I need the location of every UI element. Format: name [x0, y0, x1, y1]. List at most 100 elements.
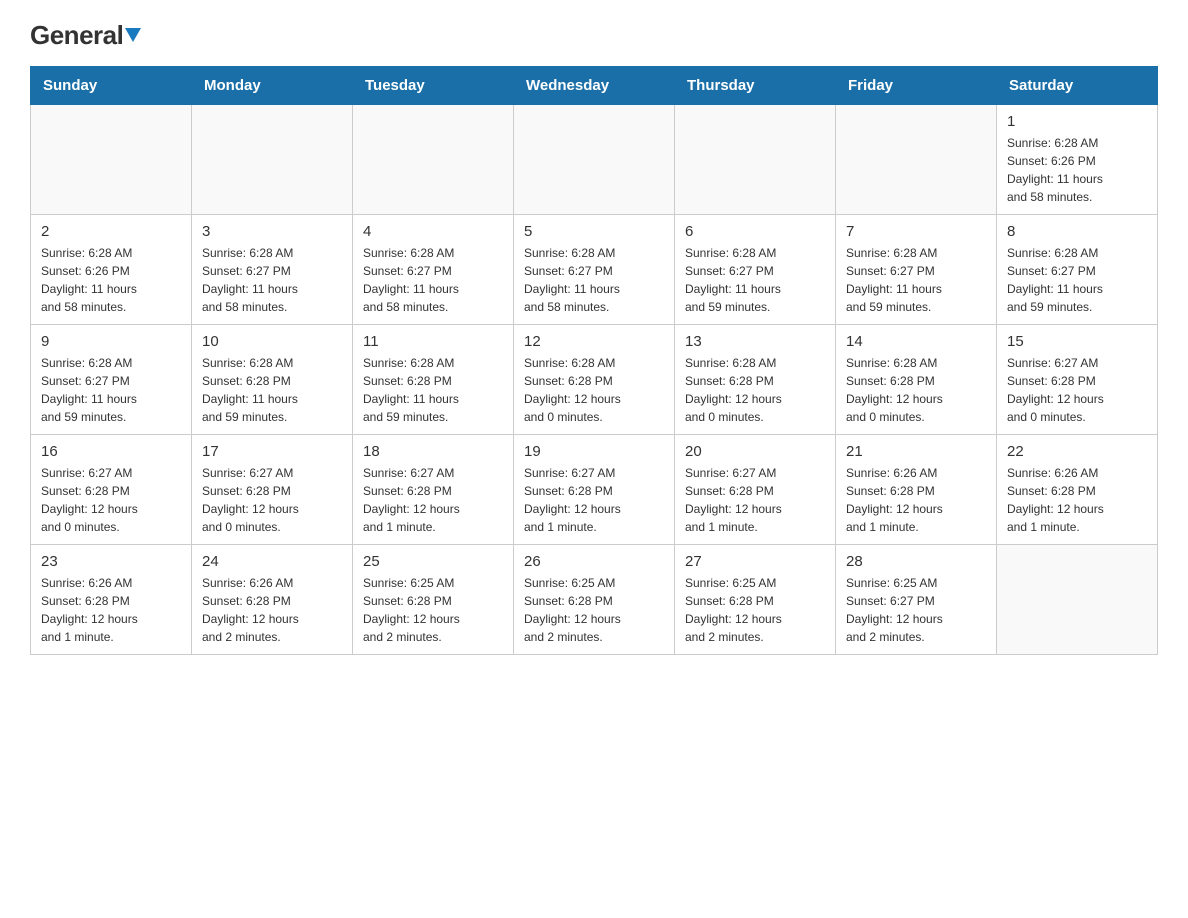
day-number: 12	[524, 333, 664, 350]
day-number: 20	[685, 443, 825, 460]
day-number: 22	[1007, 443, 1147, 460]
table-row: 27 Sunrise: 6:25 AM Sunset: 6:28 PM Dayli…	[675, 545, 836, 655]
table-row: 26 Sunrise: 6:25 AM Sunset: 6:28 PM Dayli…	[514, 545, 675, 655]
day-info: Sunrise: 6:28 AM Sunset: 6:27 PM Dayligh…	[363, 244, 503, 316]
day-number: 19	[524, 443, 664, 460]
page-header: General	[30, 20, 1158, 46]
table-row: 22 Sunrise: 6:26 AM Sunset: 6:28 PM Dayli…	[997, 435, 1158, 545]
day-number: 21	[846, 443, 986, 460]
day-info: Sunrise: 6:28 AM Sunset: 6:26 PM Dayligh…	[41, 244, 181, 316]
day-info: Sunrise: 6:28 AM Sunset: 6:27 PM Dayligh…	[202, 244, 342, 316]
table-row: 6 Sunrise: 6:28 AM Sunset: 6:27 PM Daylig…	[675, 215, 836, 325]
day-info: Sunrise: 6:27 AM Sunset: 6:28 PM Dayligh…	[685, 464, 825, 536]
day-number: 24	[202, 553, 342, 570]
day-info: Sunrise: 6:27 AM Sunset: 6:28 PM Dayligh…	[41, 464, 181, 536]
table-row: 8 Sunrise: 6:28 AM Sunset: 6:27 PM Daylig…	[997, 215, 1158, 325]
table-row	[31, 105, 192, 215]
table-row: 17Sunrise: 6:27 AM Sunset: 6:28 PM Dayli…	[192, 435, 353, 545]
day-number: 18	[363, 443, 503, 460]
calendar-header-row: Sunday Monday Tuesday Wednesday Thursday…	[31, 67, 1158, 105]
day-number: 16	[41, 443, 181, 460]
day-info: Sunrise: 6:28 AM Sunset: 6:27 PM Dayligh…	[846, 244, 986, 316]
table-row	[514, 105, 675, 215]
day-number: 2	[41, 223, 181, 240]
table-row: 9 Sunrise: 6:28 AM Sunset: 6:27 PM Daylig…	[31, 325, 192, 435]
day-number: 13	[685, 333, 825, 350]
day-number: 25	[363, 553, 503, 570]
col-friday: Friday	[836, 67, 997, 105]
day-number: 14	[846, 333, 986, 350]
day-number: 5	[524, 223, 664, 240]
table-row	[836, 105, 997, 215]
day-info: Sunrise: 6:25 AM Sunset: 6:27 PM Dayligh…	[846, 574, 986, 646]
calendar-week-row: 16 Sunrise: 6:27 AM Sunset: 6:28 PM Dayli…	[31, 435, 1158, 545]
calendar-week-row: 1 Sunrise: 6:28 AM Sunset: 6:26 PM Daylig…	[31, 105, 1158, 215]
day-info: Sunrise: 6:28 AM Sunset: 6:27 PM Dayligh…	[41, 354, 181, 426]
table-row: 23 Sunrise: 6:26 AM Sunset: 6:28 PM Dayli…	[31, 545, 192, 655]
logo: General	[30, 20, 141, 46]
day-number: 4	[363, 223, 503, 240]
table-row: 13 Sunrise: 6:28 AM Sunset: 6:28 PM Dayli…	[675, 325, 836, 435]
calendar-week-row: 2 Sunrise: 6:28 AM Sunset: 6:26 PM Daylig…	[31, 215, 1158, 325]
calendar-week-row: 9 Sunrise: 6:28 AM Sunset: 6:27 PM Daylig…	[31, 325, 1158, 435]
table-row	[675, 105, 836, 215]
day-info: Sunrise: 6:27 AM Sunset: 6:28 PM Dayligh…	[1007, 354, 1147, 426]
table-row: 25 Sunrise: 6:25 AM Sunset: 6:28 PM Dayli…	[353, 545, 514, 655]
day-info: Sunrise: 6:28 AM Sunset: 6:28 PM Dayligh…	[846, 354, 986, 426]
table-row: 24 Sunrise: 6:26 AM Sunset: 6:28 PM Dayli…	[192, 545, 353, 655]
day-info: Sunrise: 6:28 AM Sunset: 6:28 PM Dayligh…	[363, 354, 503, 426]
col-wednesday: Wednesday	[514, 67, 675, 105]
day-number: 8	[1007, 223, 1147, 240]
day-number: 1	[1007, 113, 1147, 130]
day-info: Sunrise: 6:25 AM Sunset: 6:28 PM Dayligh…	[524, 574, 664, 646]
day-number: 17	[202, 443, 342, 460]
col-saturday: Saturday	[997, 67, 1158, 105]
day-number: 9	[41, 333, 181, 350]
logo-text: General	[30, 20, 141, 51]
table-row: 4 Sunrise: 6:28 AM Sunset: 6:27 PM Daylig…	[353, 215, 514, 325]
col-sunday: Sunday	[31, 67, 192, 105]
day-info: Sunrise: 6:26 AM Sunset: 6:28 PM Dayligh…	[41, 574, 181, 646]
table-row: 21 Sunrise: 6:26 AM Sunset: 6:28 PM Dayli…	[836, 435, 997, 545]
calendar-table: Sunday Monday Tuesday Wednesday Thursday…	[30, 66, 1158, 655]
table-row: 5 Sunrise: 6:28 AM Sunset: 6:27 PM Daylig…	[514, 215, 675, 325]
table-row: 11 Sunrise: 6:28 AM Sunset: 6:28 PM Dayli…	[353, 325, 514, 435]
day-info: Sunrise: 6:28 AM Sunset: 6:27 PM Dayligh…	[685, 244, 825, 316]
day-info: Sunrise: 6:27 AM Sunset: 6:28 PM Dayligh…	[363, 464, 503, 536]
day-number: 6	[685, 223, 825, 240]
day-info: Sunrise: 6:26 AM Sunset: 6:28 PM Dayligh…	[1007, 464, 1147, 536]
day-info: Sunrise: 6:28 AM Sunset: 6:27 PM Dayligh…	[524, 244, 664, 316]
day-number: 28	[846, 553, 986, 570]
day-number: 15	[1007, 333, 1147, 350]
day-number: 7	[846, 223, 986, 240]
table-row: 18 Sunrise: 6:27 AM Sunset: 6:28 PM Dayli…	[353, 435, 514, 545]
table-row: 28 Sunrise: 6:25 AM Sunset: 6:27 PM Dayli…	[836, 545, 997, 655]
day-info: Sunrise: 6:26 AM Sunset: 6:28 PM Dayligh…	[846, 464, 986, 536]
table-row: 19 Sunrise: 6:27 AM Sunset: 6:28 PM Dayli…	[514, 435, 675, 545]
day-info: Sunrise: 6:28 AM Sunset: 6:27 PM Dayligh…	[1007, 244, 1147, 316]
table-row	[997, 545, 1158, 655]
day-info: Sunrise: 6:26 AM Sunset: 6:28 PM Dayligh…	[202, 574, 342, 646]
day-info: Sunrise: 6:28 AM Sunset: 6:28 PM Dayligh…	[685, 354, 825, 426]
day-number: 27	[685, 553, 825, 570]
day-info: Sunrise: 6:25 AM Sunset: 6:28 PM Dayligh…	[685, 574, 825, 646]
table-row	[353, 105, 514, 215]
day-info: Sunrise: 6:28 AM Sunset: 6:26 PM Dayligh…	[1007, 134, 1147, 206]
day-info: Sunrise: 6:28 AM Sunset: 6:28 PM Dayligh…	[524, 354, 664, 426]
calendar-week-row: 23 Sunrise: 6:26 AM Sunset: 6:28 PM Dayli…	[31, 545, 1158, 655]
day-number: 23	[41, 553, 181, 570]
col-thursday: Thursday	[675, 67, 836, 105]
table-row	[192, 105, 353, 215]
day-number: 10	[202, 333, 342, 350]
table-row: 3Sunrise: 6:28 AM Sunset: 6:27 PM Daylig…	[192, 215, 353, 325]
day-info: Sunrise: 6:27 AM Sunset: 6:28 PM Dayligh…	[524, 464, 664, 536]
table-row: 14 Sunrise: 6:28 AM Sunset: 6:28 PM Dayli…	[836, 325, 997, 435]
table-row: 15 Sunrise: 6:27 AM Sunset: 6:28 PM Dayli…	[997, 325, 1158, 435]
day-number: 26	[524, 553, 664, 570]
table-row: 2 Sunrise: 6:28 AM Sunset: 6:26 PM Daylig…	[31, 215, 192, 325]
day-number: 11	[363, 333, 503, 350]
table-row: 10Sunrise: 6:28 AM Sunset: 6:28 PM Dayli…	[192, 325, 353, 435]
table-row: 16 Sunrise: 6:27 AM Sunset: 6:28 PM Dayli…	[31, 435, 192, 545]
day-info: Sunrise: 6:25 AM Sunset: 6:28 PM Dayligh…	[363, 574, 503, 646]
table-row: 12 Sunrise: 6:28 AM Sunset: 6:28 PM Dayli…	[514, 325, 675, 435]
